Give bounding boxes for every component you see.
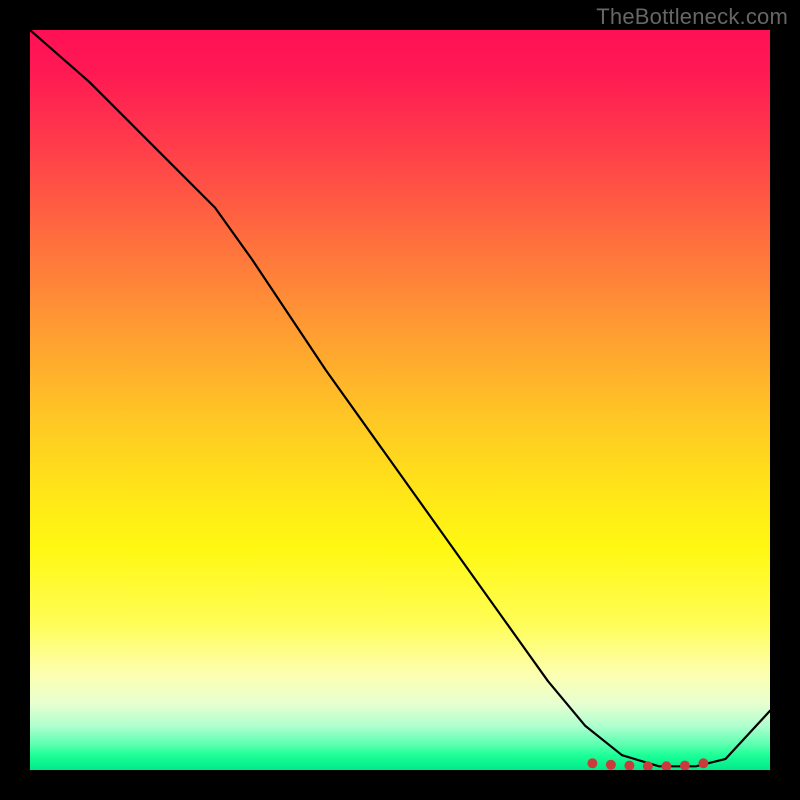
chart-svg [30, 30, 770, 770]
plot-area [30, 30, 770, 770]
chart-frame: TheBottleneck.com [0, 0, 800, 800]
watermark-text: TheBottleneck.com [596, 4, 788, 30]
marker-point [624, 761, 634, 770]
curve-line [30, 30, 770, 766]
marker-group [587, 758, 708, 770]
marker-point [587, 758, 597, 768]
marker-point [680, 761, 690, 770]
marker-point [661, 761, 671, 770]
marker-point [698, 758, 708, 768]
marker-point [606, 760, 616, 770]
